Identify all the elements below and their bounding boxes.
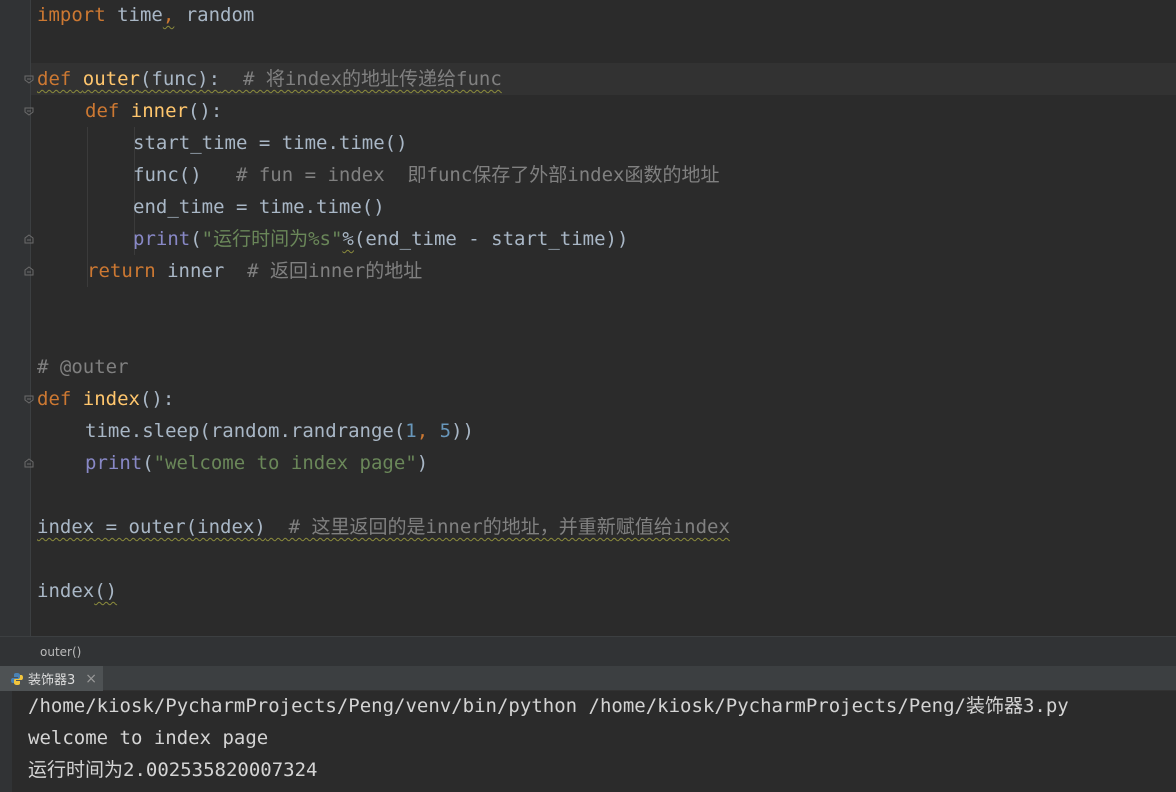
run-tab[interactable]: 装饰器3 × (0, 666, 104, 691)
code-line-sleep[interactable]: time.sleep(random.randrange(1, 5)) (85, 415, 474, 447)
breadcrumb-item[interactable]: outer() (40, 645, 81, 659)
fold-open-icon[interactable] (23, 73, 35, 85)
code-line-end-time[interactable]: end_time = time.time() (133, 191, 385, 223)
close-icon[interactable]: × (85, 671, 97, 687)
console-line: 运行时间为2.002535820007324 (28, 759, 318, 781)
run-console[interactable]: /home/kiosk/PycharmProjects/Peng/venv/bi… (0, 691, 1176, 792)
fold-end-icon[interactable] (23, 457, 35, 469)
console-line: /home/kiosk/PycharmProjects/Peng/venv/bi… (28, 695, 1069, 717)
console-line: welcome to index page (28, 727, 269, 749)
fold-end-icon[interactable] (23, 265, 35, 277)
code-line-start-time[interactable]: start_time = time.time() (133, 127, 408, 159)
code-line-print-welcome[interactable]: print("welcome to index page") (85, 447, 428, 479)
fold-end-icon[interactable] (23, 233, 35, 245)
code-line-print-time[interactable]: print("运行时间为%s"%(end_time - start_time)) (133, 223, 628, 255)
code-line-def-inner[interactable]: def inner(): (85, 95, 222, 127)
code-line-decorator-comment[interactable]: # @outer (37, 351, 129, 383)
code-line-def-index[interactable]: def index(): (37, 383, 174, 415)
code-line-def-outer[interactable]: def outer(func): # 将index的地址传递给func (37, 63, 502, 95)
code-line-reassign[interactable]: index = outer(index) # 这里返回的是inner的地址，并重… (37, 511, 730, 543)
code-line-index-call[interactable]: index() (37, 575, 117, 607)
run-tool-window-tabs: 装饰器3 × (0, 666, 1176, 691)
code-line-import[interactable]: import time, random (37, 0, 254, 31)
code-editor[interactable]: import time, random def outer(func): # 将… (0, 0, 1176, 636)
run-tab-label: 装饰器3 (28, 673, 76, 688)
fold-open-icon[interactable] (23, 393, 35, 405)
code-line-func-call[interactable]: func() # fun = index 即func保存了外部index函数的地… (133, 159, 720, 191)
python-icon (11, 672, 23, 685)
editor-gutter (0, 0, 31, 636)
fold-open-icon[interactable] (23, 105, 35, 117)
code-line-return[interactable]: return inner # 返回inner的地址 (87, 255, 422, 287)
console-gutter (0, 691, 12, 792)
breadcrumb[interactable]: outer() (0, 636, 1176, 666)
